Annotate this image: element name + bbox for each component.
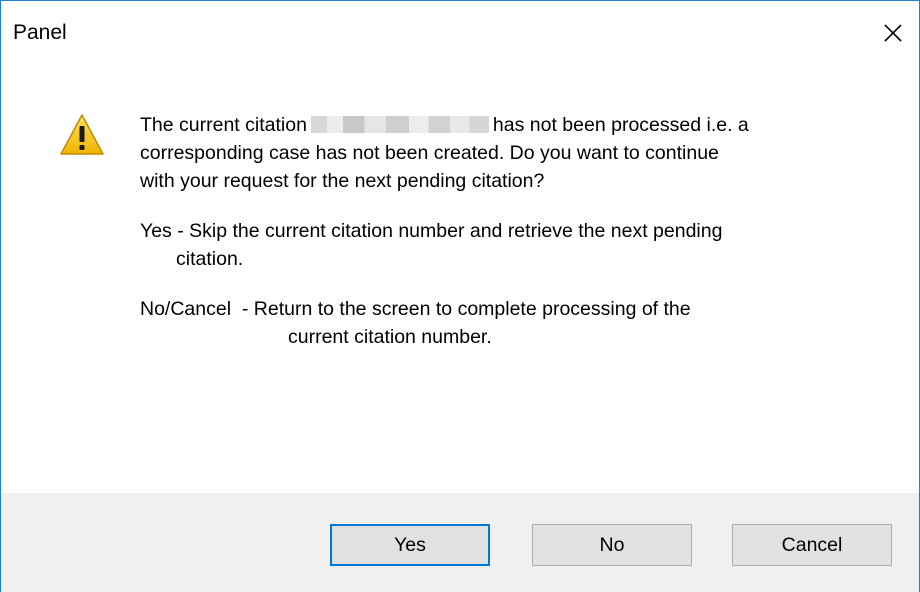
dialog-window: Panel The current citation has not been p… — [0, 0, 920, 592]
message-line-2: corresponding case has not been created.… — [140, 142, 719, 164]
yes-button[interactable]: Yes — [330, 524, 490, 566]
button-bar: Yes No Cancel — [1, 493, 919, 592]
message-line-1: The current citation has not been process… — [140, 114, 749, 136]
redacted-citation-number — [310, 116, 489, 133]
yes-explanation-cont: citation. — [176, 248, 244, 270]
close-icon — [884, 24, 902, 42]
warning-icon — [60, 114, 104, 155]
no-button[interactable]: No — [532, 524, 692, 566]
no-cancel-explanation-cont: current citation number. — [288, 326, 492, 348]
close-button[interactable] — [873, 11, 913, 55]
cancel-button[interactable]: Cancel — [732, 524, 892, 566]
window-title: Panel — [13, 21, 67, 44]
dialog-content: The current citation has not been process… — [1, 65, 919, 465]
title-bar[interactable]: Panel — [1, 1, 919, 65]
message-line-3: with your request for the next pending c… — [140, 170, 545, 192]
no-cancel-explanation: No/Cancel - Return to the screen to comp… — [140, 298, 691, 320]
yes-explanation: Yes - Skip the current citation number a… — [140, 220, 723, 242]
message-text: The current citation has not been process… — [140, 111, 880, 373]
